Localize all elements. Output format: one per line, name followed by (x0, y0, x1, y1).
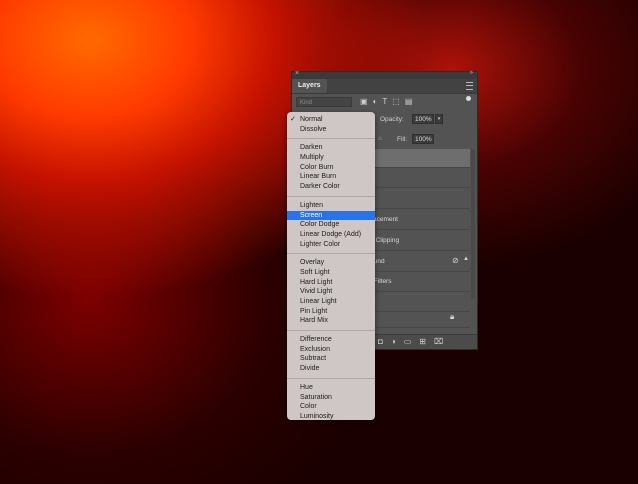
shape-filter-icon[interactable]: ⬚ (392, 97, 405, 106)
menu-separator (287, 195, 375, 197)
smart-filter-icon[interactable]: ⊘ (452, 256, 459, 265)
menu-item-linear-burn[interactable]: Linear Burn (287, 172, 375, 182)
group-folder-icon[interactable]: ▭ (404, 337, 420, 346)
menu-item-divide[interactable]: Divide (287, 364, 375, 374)
menu-item-lighten[interactable]: Lighten (287, 201, 375, 211)
panel-menu-icon[interactable] (466, 82, 473, 90)
filter-kind-label: Kind (300, 100, 313, 106)
tab-layers[interactable]: Layers (292, 79, 327, 93)
menu-item-label: Darker Color (300, 183, 340, 191)
menu-item-saturation[interactable]: Saturation (287, 393, 375, 403)
menu-item-hard-mix[interactable]: Hard Mix (287, 316, 375, 326)
lock-icon[interactable]: ⌂ (378, 136, 382, 142)
menu-item-color-burn[interactable]: Color Burn (287, 163, 375, 173)
image-filter-icon[interactable]: ▣ (360, 97, 373, 106)
menu-item-label: Hue (300, 383, 313, 391)
close-panel-icon[interactable]: × (295, 70, 299, 77)
menu-item-lighter-color[interactable]: Lighter Color (287, 240, 375, 250)
menu-item-label: Subtract (300, 355, 327, 363)
menu-item-linear-dodge-add[interactable]: Linear Dodge (Add) (287, 230, 375, 240)
blend-mode-menu: ✓ Normal Dissolve Darken Multiply Color Burn L… (287, 112, 375, 420)
menu-item-exclusion[interactable]: Exclusion (287, 345, 375, 355)
menu-separator (287, 330, 375, 332)
opacity-dropdown-icon[interactable]: ▾ (435, 114, 443, 124)
menu-item-color-dodge[interactable]: Color Dodge (287, 220, 375, 230)
opacity-field[interactable]: 100% (412, 114, 434, 124)
collapse-panel-icon[interactable]: » (470, 70, 473, 76)
menu-item-hue[interactable]: Hue (287, 383, 375, 393)
menu-item-darker-color[interactable]: Darker Color (287, 182, 375, 192)
menu-item-screen[interactable]: Screen (287, 210, 375, 221)
menu-item-label: Dissolve (300, 125, 327, 133)
menu-item-label: Difference (300, 336, 332, 344)
menu-item-label: Exclusion (300, 345, 330, 353)
menu-item-overlay[interactable]: Overlay (287, 258, 375, 268)
menu-item-label: Pin Light (300, 307, 328, 315)
menu-item-label: Color Dodge (300, 221, 340, 229)
menu-item-multiply[interactable]: Multiply (287, 153, 375, 163)
menu-item-label: Color Burn (300, 163, 334, 171)
adjustment-filter-icon[interactable]: ◐ (373, 97, 383, 106)
opacity-label: Opacity: (380, 116, 404, 123)
menu-item-hard-light[interactable]: Hard Light (287, 278, 375, 288)
menu-item-pin-light[interactable]: Pin Light (287, 307, 375, 317)
trash-icon[interactable]: ⌧ (434, 337, 451, 346)
menu-item-label: Multiply (300, 154, 324, 162)
fill-field[interactable]: 100% (412, 134, 434, 144)
mask-icon[interactable]: ◘ (378, 337, 391, 346)
menu-item-label: Linear Dodge (Add) (300, 230, 362, 238)
menu-item-difference[interactable]: Difference (287, 335, 375, 345)
fill-label: Fill: (397, 136, 408, 143)
menu-item-label: Linear Burn (300, 173, 337, 181)
menu-item-label: Screen (300, 211, 323, 219)
panel-title-bar[interactable]: × » (292, 70, 477, 79)
menu-item-soft-light[interactable]: Soft Light (287, 268, 375, 278)
menu-item-label: Divide (300, 365, 320, 373)
menu-separator (287, 138, 375, 140)
checkmark-icon: ✓ (290, 116, 296, 123)
menu-item-dissolve[interactable]: Dissolve (287, 125, 375, 135)
menu-item-label: Linear Light (300, 298, 337, 305)
filter-icons: ▣◐T⬚▤ (360, 97, 417, 106)
bottom-icons: ◘◑▭⊞⌧ (378, 337, 451, 346)
menu-item-label: Darken (300, 144, 323, 152)
lock-icon: 🔒︎ (450, 312, 455, 321)
adjustment-icon[interactable]: ◑ (391, 337, 404, 346)
menu-item-label: Hard Light (300, 278, 333, 286)
menu-item-color[interactable]: Color (287, 402, 375, 412)
menu-separator (287, 377, 375, 379)
menu-item-label: Soft Light (300, 268, 330, 276)
chevron-up-icon[interactable]: ▲ (463, 256, 469, 262)
menu-item-darken[interactable]: Darken (287, 143, 375, 153)
menu-item-label: Lighter Color (300, 240, 341, 248)
smart-object-filter-icon[interactable]: ▤ (405, 97, 418, 106)
menu-item-label: Color (300, 403, 317, 411)
menu-separator (287, 253, 375, 255)
menu-item-label: Luminosity (300, 412, 334, 420)
menu-item-vivid-light[interactable]: Vivid Light (287, 287, 375, 297)
menu-item-luminosity[interactable]: Luminosity (287, 412, 375, 422)
menu-item-subtract[interactable]: Subtract (287, 354, 375, 364)
filter-row: Kind ▣◐T⬚▤ (292, 94, 477, 110)
layers-scrollbar[interactable] (471, 149, 475, 299)
menu-item-label: Hard Mix (300, 317, 329, 325)
new-layer-icon[interactable]: ⊞ (419, 337, 434, 346)
menu-item-normal[interactable]: ✓ Normal (287, 115, 375, 125)
menu-item-linear-light[interactable]: Linear Light (287, 297, 375, 307)
menu-item-label: Overlay (300, 259, 325, 267)
menu-item-label: Vivid Light (300, 288, 333, 296)
panel-tab-row: Layers (292, 79, 477, 94)
filter-toggle-icon[interactable] (466, 96, 471, 101)
type-filter-icon[interactable]: T (382, 97, 392, 106)
menu-item-label: Saturation (300, 393, 332, 401)
menu-item-label: Normal (300, 116, 323, 123)
menu-item-label: Lighten (300, 201, 323, 209)
filter-kind-select[interactable]: Kind (296, 97, 352, 107)
